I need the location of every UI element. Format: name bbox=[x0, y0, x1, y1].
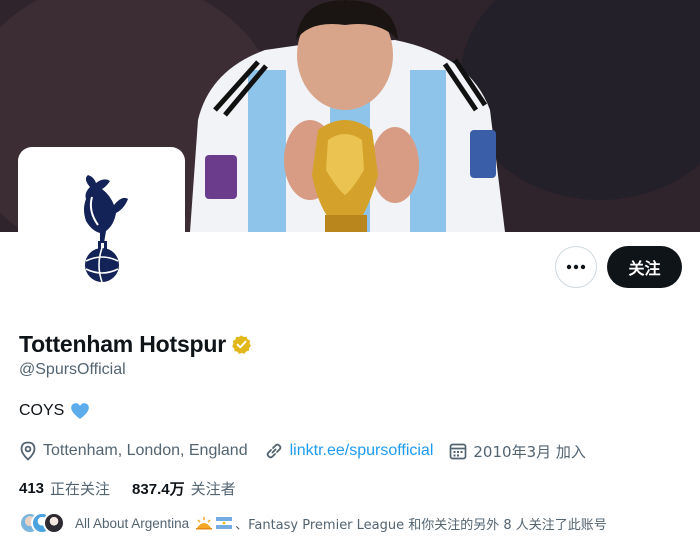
followers-you-know[interactable]: All About Argentina 、Fantasy Premier Lea… bbox=[19, 512, 607, 534]
followers-label[interactable]: 关注者 bbox=[191, 478, 236, 499]
followers-you-know-text-a: All About Argentina bbox=[75, 515, 190, 531]
more-dots-icon bbox=[566, 264, 586, 270]
followers-count[interactable]: 837.4万 bbox=[132, 478, 185, 499]
argentina-flag-icon bbox=[216, 517, 233, 529]
profile-location: Tottenham, London, England bbox=[19, 441, 248, 461]
following-count[interactable]: 413 bbox=[19, 480, 44, 497]
profile-joined-text: 2010年3月 加入 bbox=[473, 442, 586, 461]
verified-badge-icon[interactable] bbox=[231, 334, 252, 355]
link-icon bbox=[266, 443, 281, 459]
followers-you-know-text-b: 、Fantasy Premier League 和你关注的另外 8 人关注了此账… bbox=[235, 517, 607, 533]
profile-website-link[interactable]: linktr.ee/spursofficial bbox=[290, 442, 434, 460]
profile-avatar[interactable] bbox=[18, 147, 185, 307]
following-label[interactable]: 正在关注 bbox=[50, 478, 110, 499]
follow-button[interactable]: 关注 bbox=[607, 246, 682, 288]
avatar bbox=[43, 512, 65, 534]
spurs-cockerel-icon bbox=[84, 175, 128, 283]
follow-button-label: 关注 bbox=[628, 259, 661, 278]
profile-name: Tottenham Hotspur bbox=[19, 331, 226, 357]
profile-name-row: Tottenham Hotspur bbox=[19, 331, 252, 358]
profile-meta-row: Tottenham, London, England linktr.ee/spu… bbox=[19, 440, 602, 462]
profile-bio: COYS bbox=[19, 402, 90, 420]
profile-handle: @SpursOfficial bbox=[19, 361, 126, 378]
profile-website[interactable]: linktr.ee/spursofficial bbox=[264, 441, 434, 461]
profile-joined: 2010年3月 加入 bbox=[449, 441, 586, 462]
profile-location-text: Tottenham, London, England bbox=[43, 442, 248, 459]
calendar-icon bbox=[450, 443, 467, 460]
sun-emoji-icon bbox=[196, 517, 213, 530]
location-pin-icon bbox=[20, 441, 36, 461]
profile-bio-text: COYS bbox=[19, 402, 65, 419]
followers-you-know-avatars bbox=[19, 512, 65, 534]
blue-heart-icon bbox=[71, 403, 90, 419]
more-options-button[interactable] bbox=[555, 246, 597, 288]
follow-stats: 413 正在关注 837.4万 关注者 bbox=[19, 478, 258, 499]
